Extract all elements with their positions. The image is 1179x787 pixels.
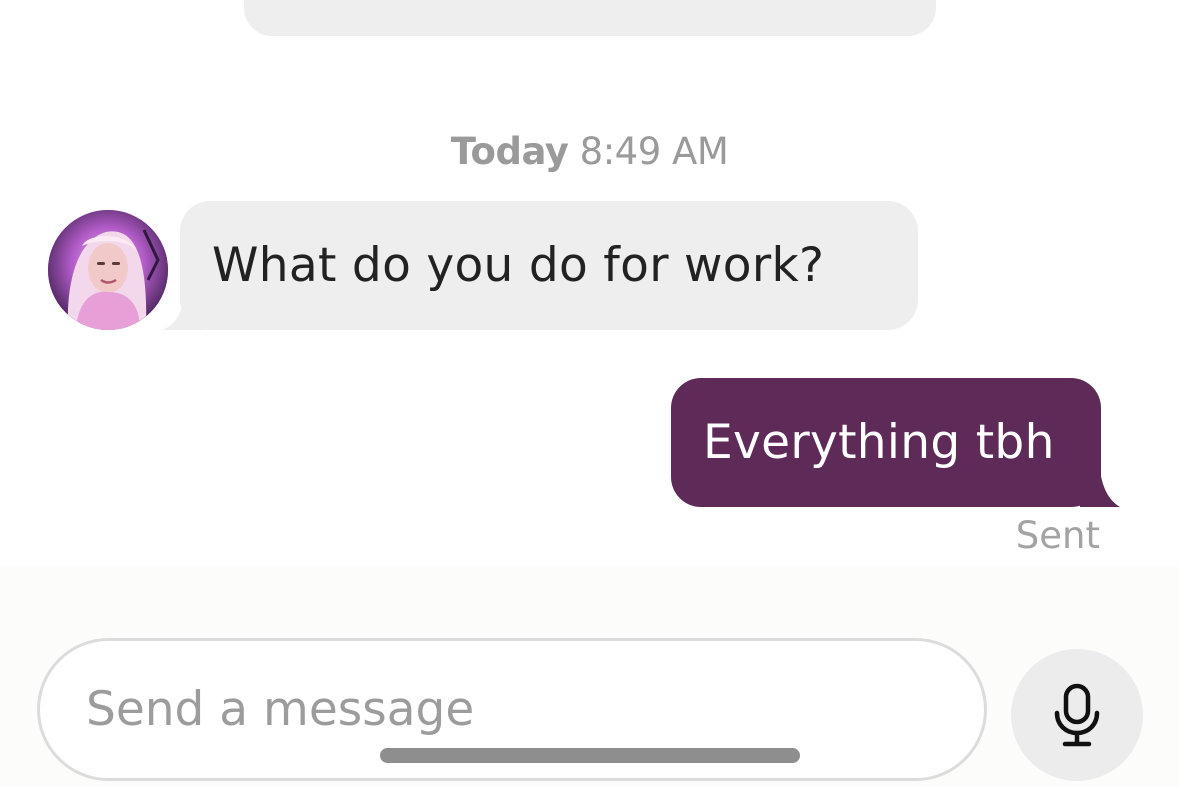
outgoing-message-bubble[interactable]: Everything tbh (671, 378, 1101, 507)
avatar-photo (48, 210, 168, 330)
home-indicator[interactable] (380, 748, 800, 763)
avatar[interactable] (48, 210, 168, 330)
timestamp-day: Today (450, 130, 569, 173)
voice-message-button[interactable] (1011, 649, 1143, 781)
previous-message-bubble (244, 0, 936, 36)
outgoing-message-text: Everything tbh (703, 415, 1055, 470)
message-timestamp: Today 8:49 AM (0, 130, 1179, 173)
incoming-message-text: What do you do for work? (212, 238, 825, 293)
message-status: Sent (1015, 514, 1100, 557)
chat-screen: Today 8:49 AM What do you do for work? E… (0, 0, 1179, 787)
incoming-message-bubble[interactable]: What do you do for work? (180, 201, 918, 330)
microphone-icon (1054, 683, 1100, 747)
timestamp-time: 8:49 AM (579, 130, 729, 173)
